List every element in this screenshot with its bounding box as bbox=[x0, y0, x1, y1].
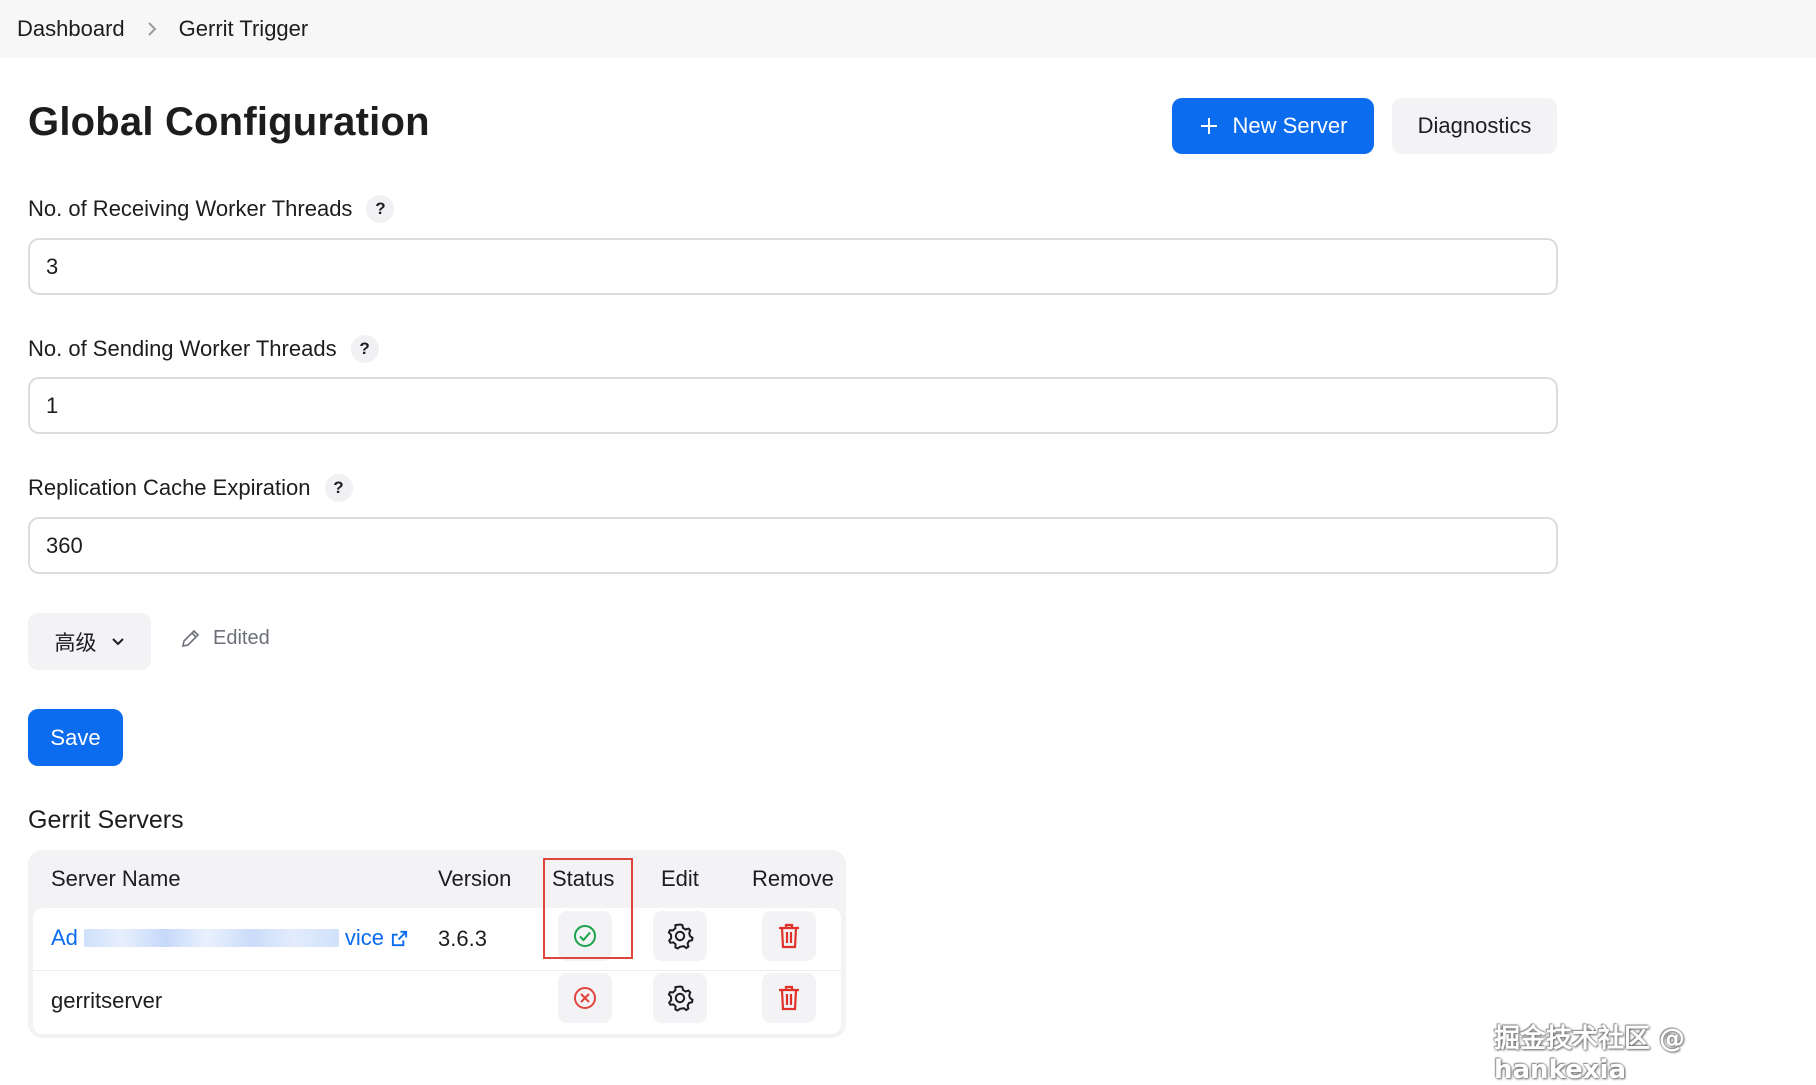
replication-cache-label-text: Replication Cache Expiration bbox=[28, 475, 311, 500]
remove-button[interactable] bbox=[762, 973, 816, 1023]
server-version: 3.6.3 bbox=[438, 926, 487, 951]
help-icon[interactable]: ? bbox=[350, 335, 379, 363]
sending-threads-label: No. of Sending Worker Threads ? bbox=[28, 335, 379, 363]
column-edit: Edit bbox=[661, 866, 699, 891]
table-row: Ad vice 3.6.3 bbox=[33, 908, 841, 970]
table-header: Server Name Version Status Edit Remove bbox=[28, 850, 846, 908]
redacted-text bbox=[83, 929, 339, 947]
chevron-down-icon bbox=[111, 637, 124, 645]
status-error-button[interactable] bbox=[558, 973, 612, 1023]
edit-button[interactable] bbox=[653, 911, 707, 961]
gerrit-servers-title: Gerrit Servers bbox=[28, 806, 184, 834]
column-version: Version bbox=[438, 866, 512, 891]
table-body: Ad vice 3.6.3 gerritserver bbox=[33, 908, 841, 1034]
watermark: 掘金技术社区 @ hankexia bbox=[1494, 1024, 1686, 1085]
gear-icon bbox=[667, 985, 694, 1012]
trash-icon bbox=[779, 923, 799, 949]
remove-button[interactable] bbox=[762, 911, 816, 961]
replication-cache-input[interactable] bbox=[28, 517, 1558, 574]
server-name-suffix: vice bbox=[344, 925, 385, 950]
new-server-button[interactable]: New Server bbox=[1172, 98, 1374, 154]
advanced-button[interactable]: 高级 bbox=[28, 613, 151, 670]
new-server-label: New Server bbox=[1232, 113, 1348, 138]
servers-table: Server Name Version Status Edit Remove A… bbox=[28, 850, 846, 1038]
advanced-label: 高级 bbox=[54, 631, 97, 655]
x-circle-icon bbox=[574, 987, 596, 1009]
column-remove: Remove bbox=[752, 866, 834, 891]
breadcrumb-dashboard[interactable]: Dashboard bbox=[17, 16, 125, 42]
page-title: Global Configuration bbox=[28, 100, 430, 144]
edit-button[interactable] bbox=[653, 973, 707, 1023]
server-name-prefix: Ad bbox=[51, 925, 78, 950]
trash-icon bbox=[779, 985, 799, 1011]
sending-threads-label-text: No. of Sending Worker Threads bbox=[28, 336, 337, 361]
breadcrumb-gerrit-trigger[interactable]: Gerrit Trigger bbox=[179, 16, 309, 42]
receiving-threads-label-text: No. of Receiving Worker Threads bbox=[28, 196, 353, 221]
edited-label: Edited bbox=[213, 627, 270, 649]
pencil-icon bbox=[181, 629, 200, 647]
replication-cache-label: Replication Cache Expiration ? bbox=[28, 474, 353, 502]
chevron-right-icon bbox=[147, 21, 157, 37]
server-name-link[interactable]: Ad vice bbox=[51, 925, 409, 951]
sending-threads-input[interactable] bbox=[28, 377, 1558, 434]
edited-indicator: Edited bbox=[179, 627, 270, 650]
plus-icon bbox=[1200, 118, 1217, 134]
server-name: gerritserver bbox=[51, 988, 163, 1013]
external-link-icon bbox=[391, 930, 408, 946]
status-column-highlight bbox=[543, 858, 633, 959]
help-icon[interactable]: ? bbox=[366, 195, 395, 223]
receiving-threads-label: No. of Receiving Worker Threads ? bbox=[28, 195, 395, 223]
gear-icon bbox=[667, 923, 694, 950]
help-icon[interactable]: ? bbox=[324, 474, 353, 502]
table-row: gerritserver bbox=[33, 970, 841, 1032]
diagnostics-button[interactable]: Diagnostics bbox=[1392, 98, 1557, 154]
receiving-threads-input[interactable] bbox=[28, 238, 1558, 295]
save-button[interactable]: Save bbox=[28, 709, 123, 766]
column-server-name: Server Name bbox=[51, 866, 181, 891]
breadcrumb: Dashboard Gerrit Trigger bbox=[0, 0, 1816, 58]
